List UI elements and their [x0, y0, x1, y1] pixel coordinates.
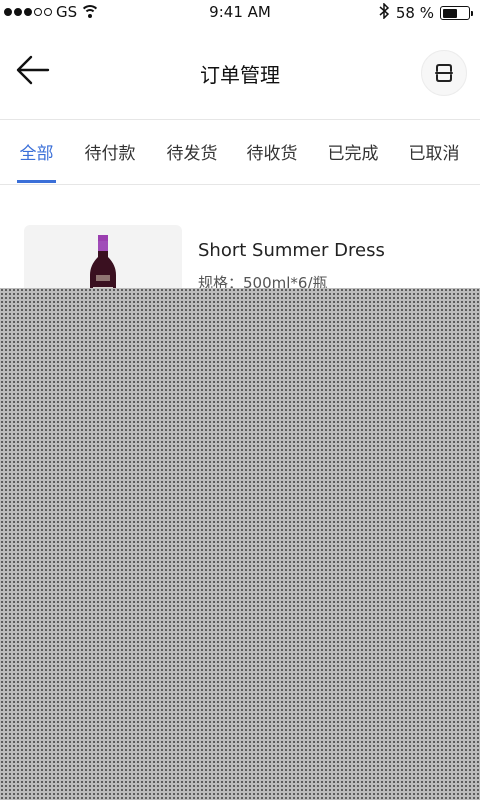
nav-bar: 订单管理 [0, 26, 480, 120]
active-tab-indicator [17, 180, 56, 183]
page-title: 订单管理 [200, 63, 280, 87]
tab-completed[interactable]: 已完成 [323, 121, 383, 185]
tab-pending-payment[interactable]: 待付款 [80, 121, 140, 185]
status-right: 58 % [379, 2, 473, 23]
product-name: Short Summer Dress [198, 240, 385, 261]
scan-icon [435, 64, 453, 82]
battery-icon [440, 6, 473, 20]
tab-pending-receipt[interactable]: 待收货 [242, 121, 302, 185]
back-button[interactable] [14, 50, 54, 90]
order-status-tabs: 全部 待付款 待发货 待收货 已完成 已取消 [0, 121, 480, 185]
status-bar: GS 9:41 AM 58 % [0, 0, 480, 26]
tab-all[interactable]: 全部 [15, 121, 58, 185]
bluetooth-icon [379, 2, 390, 23]
obscured-content-placeholder [0, 288, 480, 800]
scan-button[interactable] [421, 50, 467, 96]
battery-percent: 58 % [395, 4, 434, 22]
tab-cancelled[interactable]: 已取消 [404, 121, 464, 185]
arrow-left-icon [16, 55, 50, 85]
tab-pending-shipment[interactable]: 待发货 [162, 121, 222, 185]
battery-level [442, 8, 457, 18]
